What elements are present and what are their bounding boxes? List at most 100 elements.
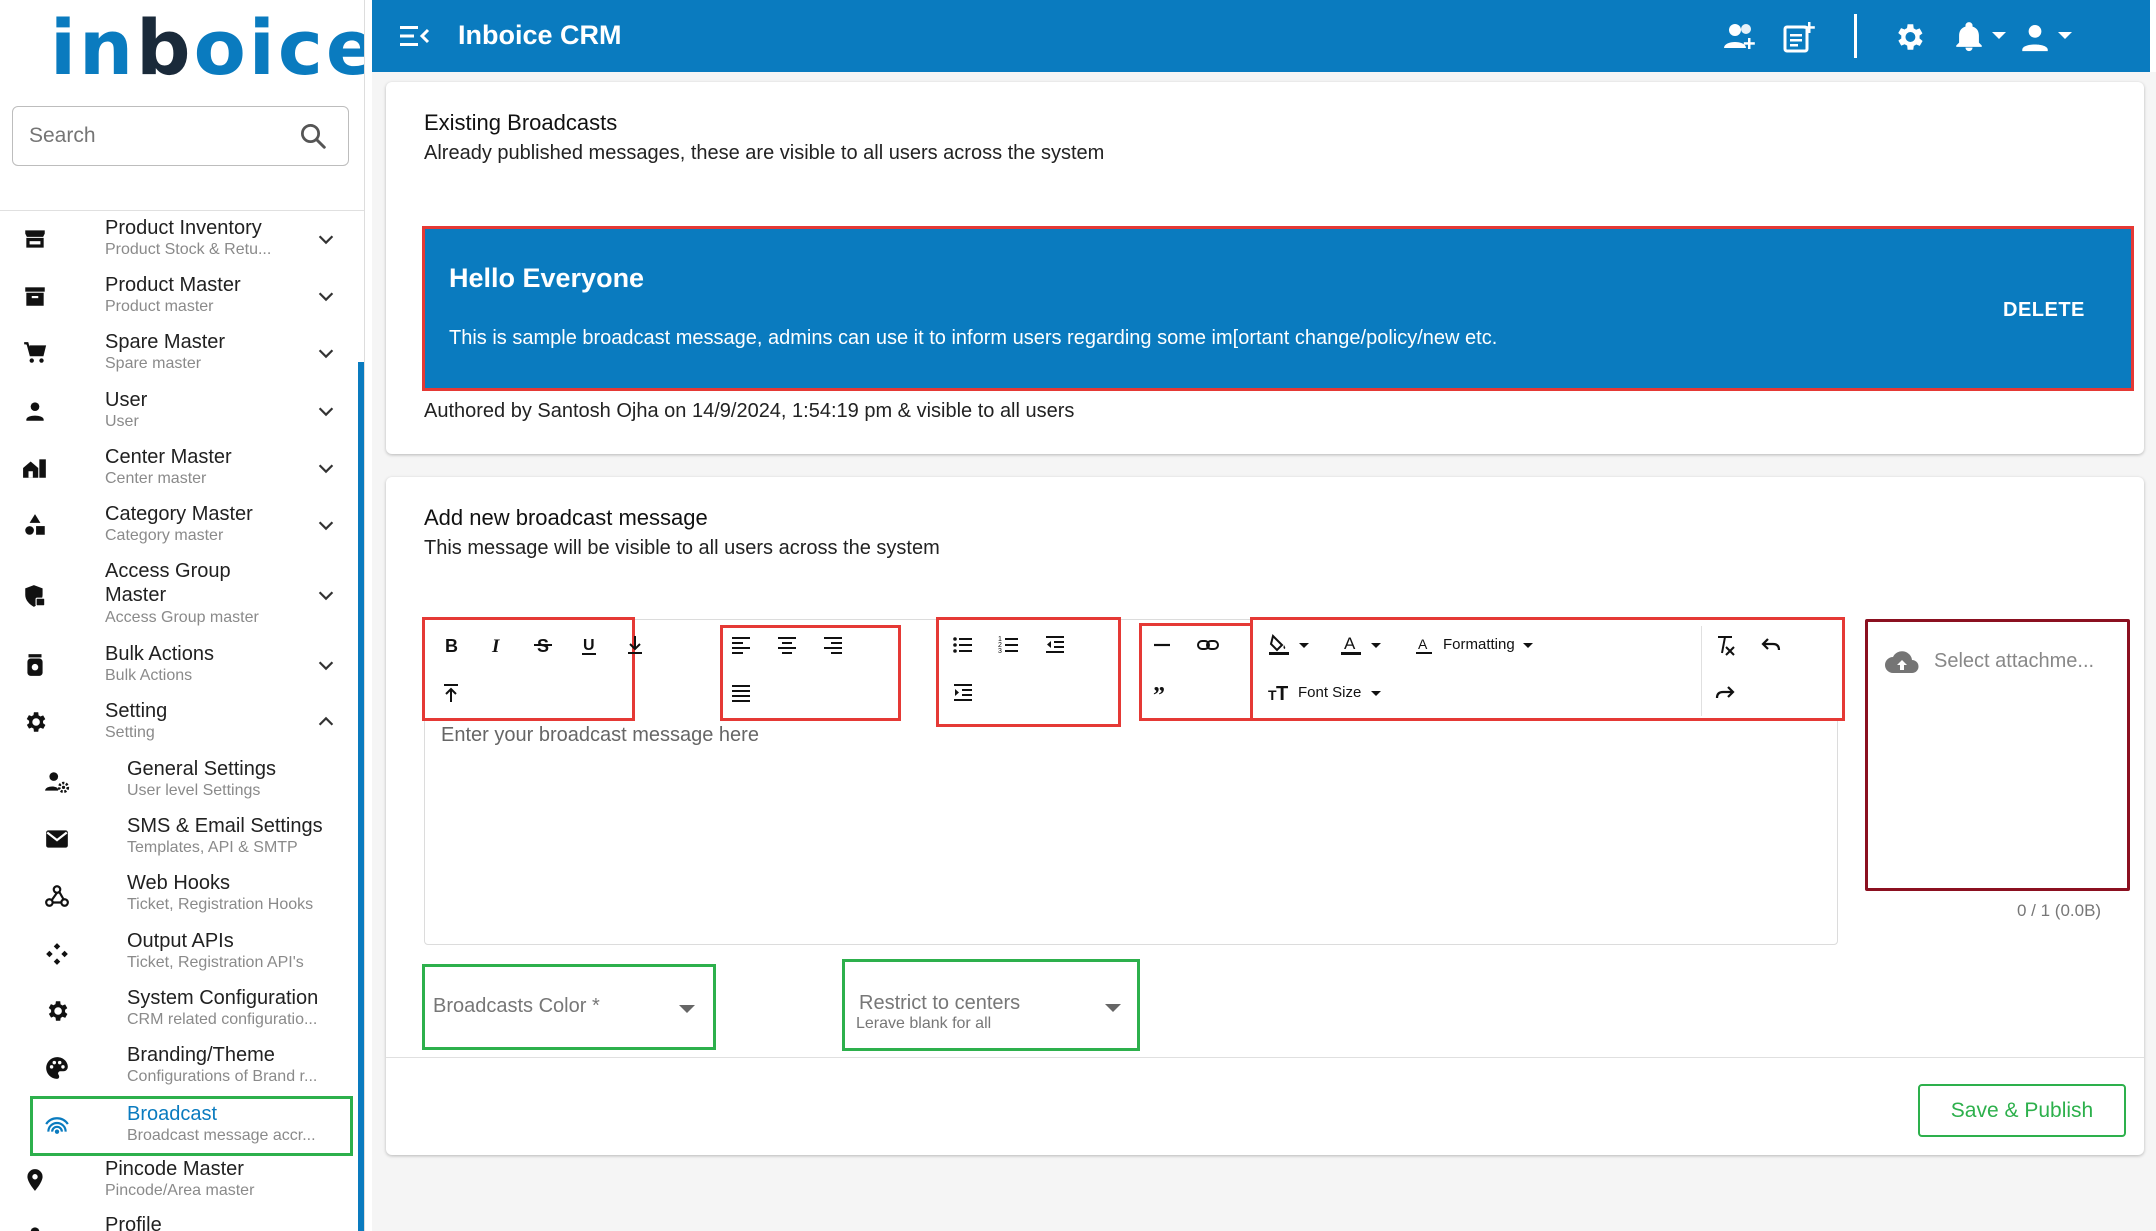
chevron-down-icon[interactable] xyxy=(315,228,337,250)
sidebar-item-bulk-actions[interactable]: Bulk Actions Bulk Actions xyxy=(0,640,358,694)
mail-icon xyxy=(46,830,68,848)
sidebar-item-label: Output APIs xyxy=(127,930,234,952)
chevron-down-icon[interactable] xyxy=(315,285,337,307)
numbered-list-icon[interactable]: 123 xyxy=(993,629,1025,661)
sidebar-item-label: Setting xyxy=(105,700,168,722)
outdent-icon[interactable] xyxy=(1039,629,1071,661)
chevron-up-icon[interactable] xyxy=(315,711,337,733)
chevron-down-icon[interactable] xyxy=(315,514,337,536)
account-caret-icon[interactable] xyxy=(2058,32,2072,39)
align-center-icon[interactable] xyxy=(771,629,803,661)
gear-icon xyxy=(48,1001,68,1021)
attachment-label: Select attachme... xyxy=(1934,650,2095,672)
highlight-color-caret-icon[interactable] xyxy=(1299,643,1309,648)
account-icon[interactable] xyxy=(2018,20,2052,54)
delete-broadcast-button[interactable]: DELETE xyxy=(2003,299,2085,322)
sidebar-item-subtitle: Ticket, Registration Hooks xyxy=(127,896,314,913)
align-right-icon[interactable] xyxy=(817,629,849,661)
strikethrough-icon[interactable]: S xyxy=(527,629,559,661)
formatting-caret-icon[interactable] xyxy=(1523,643,1533,648)
sidebar-item-access-group-master[interactable]: Access Group Master Access Group master xyxy=(0,557,358,635)
formatting-dropdown[interactable]: Formatting xyxy=(1443,636,1515,653)
underline-icon[interactable]: U xyxy=(573,629,605,661)
post-add-icon[interactable] xyxy=(1782,20,1816,54)
editor-placeholder[interactable]: Enter your broadcast message here xyxy=(441,724,759,747)
menu-open-icon[interactable] xyxy=(398,22,430,50)
app-title: Inboice CRM xyxy=(458,20,622,50)
sidebar-item-label: Category Master xyxy=(105,503,253,525)
sidebar-item-output-apis[interactable]: Output APIs Ticket, Registration API's xyxy=(0,927,358,981)
sidebar-item-user[interactable]: User User xyxy=(0,386,358,440)
sidebar-item-center-master[interactable]: Center Master Center master xyxy=(0,443,358,497)
sidebar-item-system-configuration[interactable]: System Configuration CRM related configur… xyxy=(0,984,358,1038)
chevron-down-icon[interactable] xyxy=(315,457,337,479)
clear-formatting-icon[interactable] xyxy=(1709,629,1741,661)
chevron-down-icon[interactable] xyxy=(315,654,337,676)
highlight-color-icon[interactable] xyxy=(1263,629,1295,661)
search-icon[interactable] xyxy=(298,121,328,151)
svg-text:T: T xyxy=(1276,683,1288,705)
text-color-caret-icon[interactable] xyxy=(1371,643,1381,648)
sidebar-item-subtitle: Access Group master xyxy=(105,609,259,626)
topbar-divider xyxy=(1854,14,1857,58)
sidebar-item-setting[interactable]: Setting Setting xyxy=(0,697,358,751)
bell-icon[interactable] xyxy=(1952,20,1986,54)
restrict-centers-select[interactable]: Restrict to centers xyxy=(842,959,1140,1051)
sidebar-item-web-hooks[interactable]: Web Hooks Ticket, Registration Hooks xyxy=(0,869,358,923)
undo-icon[interactable] xyxy=(1755,629,1787,661)
bullet-list-icon[interactable] xyxy=(947,629,979,661)
text-color-icon[interactable]: A xyxy=(1335,629,1367,661)
chevron-down-icon[interactable] xyxy=(315,584,337,606)
superscript-icon[interactable] xyxy=(435,677,467,709)
gear-icon[interactable] xyxy=(1892,20,1926,54)
archive-icon xyxy=(25,287,45,306)
font-size-caret-icon[interactable] xyxy=(1371,691,1381,696)
italic-icon[interactable]: I xyxy=(481,629,513,661)
sidebar-scrollbar[interactable] xyxy=(358,362,364,1231)
sidebar-item-label: General Settings xyxy=(127,758,276,780)
cloud-upload-icon xyxy=(1885,651,1919,673)
font-size-dropdown[interactable]: Font Size xyxy=(1298,684,1361,701)
sidebar-item-label: System Configuration xyxy=(127,987,319,1009)
horizontal-rule-icon[interactable] xyxy=(1146,629,1178,661)
sidebar-item-sms-email-settings[interactable]: SMS & Email Settings Templates, API & SMT… xyxy=(0,812,358,866)
broadcast-color-select[interactable]: Broadcasts Color * xyxy=(422,964,716,1050)
font-size-icon[interactable]: TT xyxy=(1263,677,1295,709)
add-user-icon[interactable] xyxy=(1722,20,1756,54)
attachment-dropzone[interactable]: Select attachme... xyxy=(1865,619,2130,891)
sidebar-item-label: Web Hooks xyxy=(127,872,231,894)
sidebar-item-broadcast[interactable]: Broadcast Broadcast message accr... xyxy=(0,1096,358,1156)
save-publish-button[interactable]: Save & Publish xyxy=(1918,1084,2126,1137)
sidebar-item-general-settings[interactable]: General Settings User level Settings xyxy=(0,755,358,809)
chevron-down-icon[interactable] xyxy=(315,342,337,364)
link-icon[interactable] xyxy=(1192,629,1224,661)
formatting-icon[interactable]: A xyxy=(1408,629,1440,661)
align-left-icon[interactable] xyxy=(725,629,757,661)
sidebar-item-product-master[interactable]: Product Master Product master xyxy=(0,271,358,325)
indent-icon[interactable] xyxy=(947,677,979,709)
home-work-icon xyxy=(23,459,46,478)
sidebar-item-pincode-master[interactable]: Pincode Master Pincode/Area master xyxy=(0,1155,358,1209)
sidebar-item-label: Pincode Master xyxy=(105,1158,244,1180)
broadcast-title: Hello Everyone xyxy=(449,263,645,293)
existing-broadcasts-title: Existing Broadcasts xyxy=(424,110,618,135)
chevron-down-icon[interactable] xyxy=(315,400,337,422)
svg-text:A: A xyxy=(1344,634,1356,653)
sidebar-item-product-inventory[interactable]: Product Inventory Product Stock & Retu... xyxy=(0,214,358,268)
bold-icon[interactable]: B xyxy=(435,629,467,661)
toolbar-format-group: A A Formatting TT Font Size xyxy=(1250,617,1845,721)
profile-icon xyxy=(30,1227,40,1231)
sidebar-item-branding-theme[interactable]: Branding/Theme Configurations of Brand r.… xyxy=(0,1041,358,1095)
notifications-caret-icon[interactable] xyxy=(1992,32,2006,39)
subscript-icon[interactable] xyxy=(619,629,651,661)
card-footer-divider xyxy=(386,1057,2144,1058)
search-input[interactable] xyxy=(29,121,289,151)
new-broadcast-title: Add new broadcast message xyxy=(424,505,708,530)
sidebar-item-spare-master[interactable]: Spare Master Spare master xyxy=(0,328,358,382)
sidebar-item-category-master[interactable]: Category Master Category master xyxy=(0,500,358,554)
sidebar-item-profile[interactable]: Profile xyxy=(0,1211,358,1231)
quote-icon[interactable]: ” xyxy=(1146,677,1178,709)
align-justify-icon[interactable] xyxy=(725,677,757,709)
webhook-icon xyxy=(45,885,69,907)
redo-icon[interactable] xyxy=(1709,677,1741,709)
